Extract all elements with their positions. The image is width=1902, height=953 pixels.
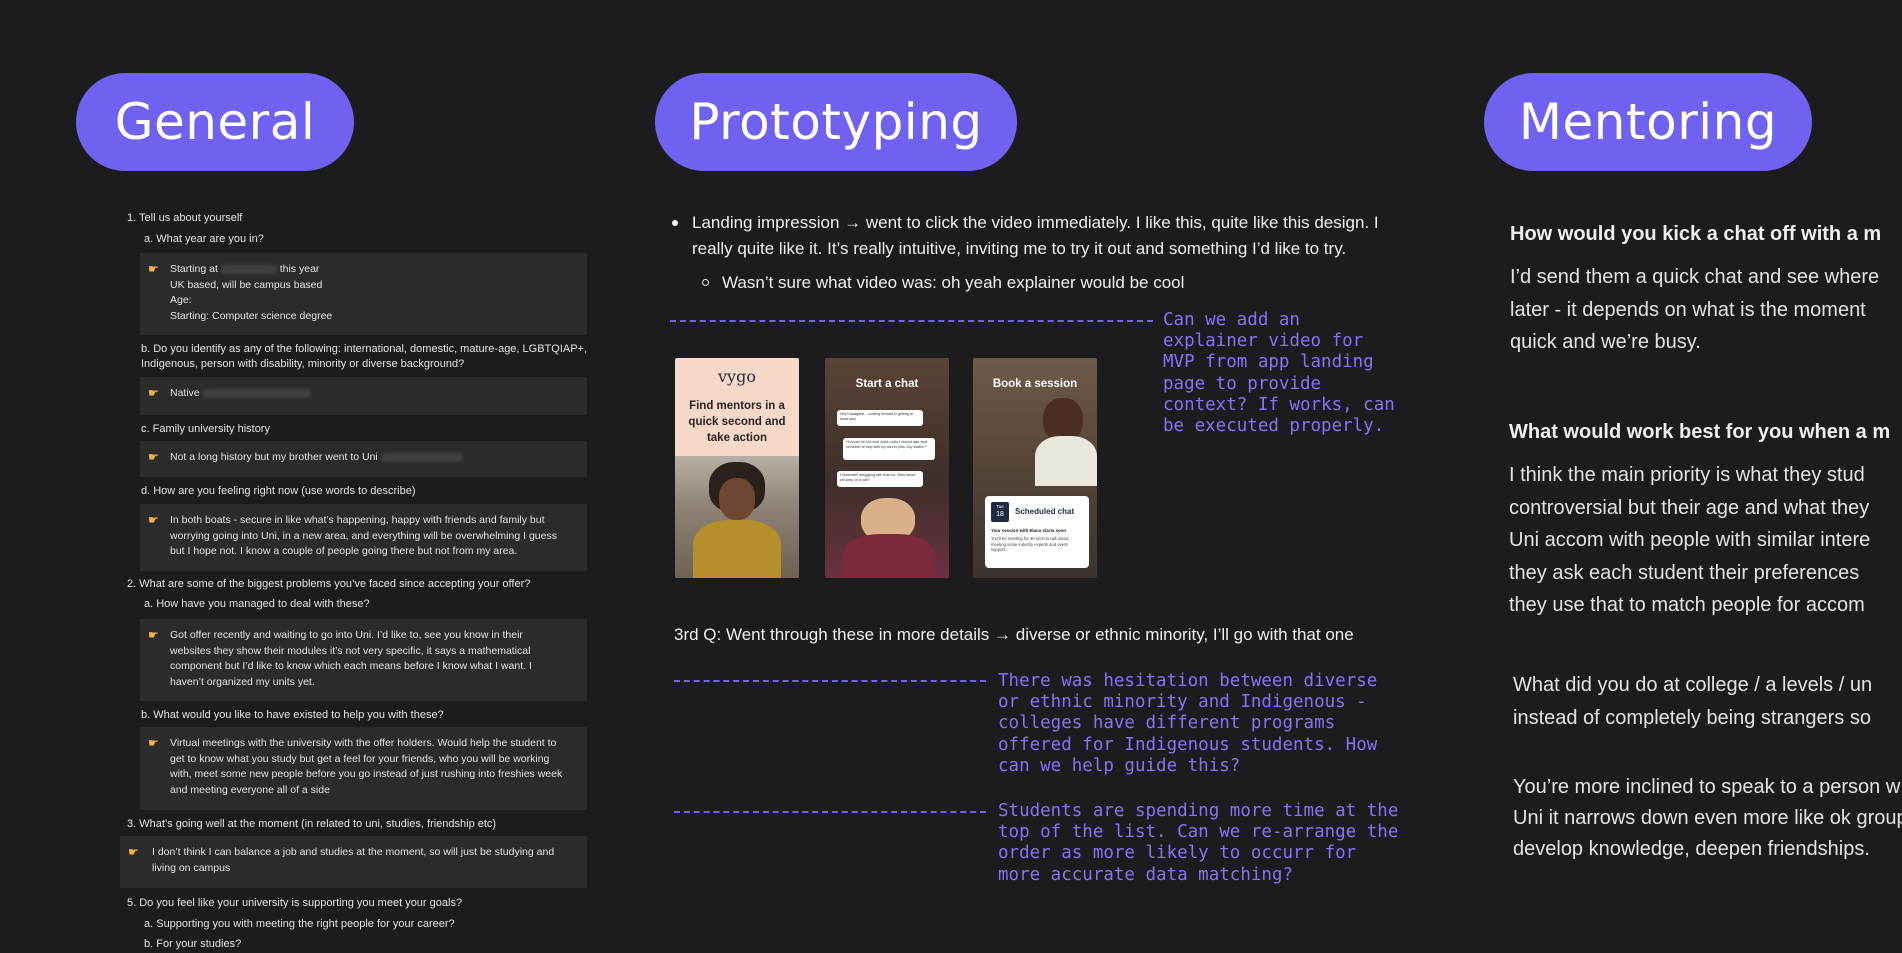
header-prototyping: Prototyping (655, 73, 1017, 171)
screen-title: Book a session (992, 378, 1078, 390)
question-1d: d. How are you feeling right now (use wo… (141, 485, 416, 497)
answer-text: component but I’d like to know which eac… (170, 660, 532, 672)
question-2a: a. How have you managed to deal with the… (144, 598, 370, 610)
pointing-hand-icon: ☛ (148, 736, 159, 750)
card-subtitle: Your session with Elana starts soon (991, 528, 1067, 533)
chat-bubble: I remember struggling with that too. Mor… (837, 471, 923, 487)
answer-text: this year (279, 263, 320, 275)
answer-text: living on campus (152, 861, 231, 874)
calendar-badge: Tue 18 (991, 502, 1009, 522)
answer-box-3: ☛ I don’t think I can balance a job and … (120, 836, 587, 888)
question-5b: b. For your studies? (144, 938, 242, 950)
answer-text: Starting: Computer science degree (170, 309, 333, 322)
prototype-screen-book-session: Book a session Tue 18 Scheduled chat You… (973, 358, 1097, 578)
answer-box-2a: ☛ Got offer recently and waiting to go i… (140, 619, 587, 701)
answer-text: with, meet some new people before you go… (170, 768, 563, 780)
general-interview-notes: 1. Tell us about yourself a. What year a… (0, 0, 600, 953)
mentoring-question-2: What would work best for you when a m (1509, 421, 1891, 443)
redacted-text (380, 452, 463, 462)
annotation-connector (670, 320, 1153, 322)
bullet-landing-impression-cont: really quite like it. It’s really intuit… (692, 239, 1347, 258)
mentoring-paragraph-4: You’re more inclined to speak to a perso… (1513, 776, 1902, 860)
annotation-hesitation: There was hesitation between diverse or … (998, 671, 1378, 776)
question-3: 3. What’s going well at the moment (in r… (127, 818, 497, 830)
question-2: 2. What are some of the biggest problems… (127, 578, 531, 590)
card-title: Scheduled chat (1015, 507, 1075, 516)
scheduled-chat-card: Tue 18 Scheduled chat Your session with … (985, 496, 1089, 568)
answer-text: worrying going into Uni, in a new area, … (170, 529, 557, 542)
annotation-connector (674, 680, 986, 682)
answer-text: Starting at (170, 263, 218, 275)
answer-text: Not a long history but my brother went t… (170, 451, 378, 463)
answer-box-1b: ☛ Native (140, 377, 587, 415)
card-body: You’ll be meeting for 30 mins to talk ab… (991, 536, 1069, 552)
question-1b-cont: Indigenous, person with disability, mino… (141, 358, 465, 370)
mentoring-answer-2: I think the main priority is what they s… (1509, 464, 1871, 616)
landing-photo (675, 456, 799, 578)
landing-headline: Find mentors in a quick second and take … (688, 400, 786, 444)
answer-text: UK based, will be campus based (170, 278, 323, 291)
vygo-logo: vygo (718, 367, 756, 386)
bullet-landing-impression: Landing impression → went to click the v… (692, 213, 1379, 232)
chat-bubble: Hey Kawagana · Looking forward to gettin… (837, 410, 923, 426)
bullet-dot (672, 220, 678, 226)
question-1: 1. Tell us about yourself (127, 212, 243, 224)
answer-text: but I hope not. I know a couple of peopl… (170, 545, 518, 557)
question-1c: c. Family university history (141, 423, 270, 435)
header-mentoring: Mentoring (1484, 73, 1812, 171)
third-question-note: 3rd Q: Went through these in more detail… (674, 625, 1354, 644)
answer-box-1d: ☛ In both boats - secure in like what’s … (140, 504, 587, 571)
annotation-explainer-video: Can we add an explainer video for MVP fr… (1163, 310, 1395, 437)
question-5: 5. Do you feel like your university is s… (127, 897, 463, 909)
answer-text: Native (170, 387, 200, 399)
pointing-hand-icon: ☛ (148, 450, 159, 464)
prototype-screen-start-chat: Start a chat Hey Kawagana · Looking forw… (825, 358, 949, 578)
answer-box-1a: ☛ Starting at this year UK based, will b… (140, 253, 587, 335)
annotation-rearrange-order: Students are spending more time at the t… (998, 801, 1399, 885)
question-2b: b. What would you like to have existed t… (141, 709, 444, 721)
question-1a: a. What year are you in? (144, 233, 264, 245)
sub-bullet-circle (702, 279, 709, 286)
pointing-hand-icon: ☛ (148, 262, 159, 276)
chat-bubble: Hi Anna! I’m not sure which units I shou… (843, 438, 935, 460)
answer-text: and meeting everyone all of a side (170, 783, 330, 796)
pointing-hand-icon: ☛ (148, 513, 159, 527)
mentoring-question-1: How would you kick a chat off with a m (1510, 223, 1882, 245)
mentoring-answer-1: I’d send them a quick chat and see where… (1510, 266, 1880, 353)
pointing-hand-icon: ☛ (148, 628, 159, 642)
prototype-screen-landing: vygo Find mentors in a quick second and … (675, 358, 799, 578)
question-1b: b. Do you identify as any of the followi… (141, 343, 588, 355)
answer-text: get to know what you study but get a fee… (170, 752, 550, 765)
mentoring-paragraph-3: What did you do at college / a levels / … (1513, 674, 1873, 729)
answer-text: websites they show their modules it’s no… (170, 644, 531, 657)
answer-text: Got offer recently and waiting to go int… (170, 629, 523, 641)
question-5a: a. Supporting you with meeting the right… (144, 918, 455, 930)
answer-text: haven’t organized my units yet. (170, 675, 315, 688)
annotation-connector (674, 811, 986, 813)
answer-text: I don’t think I can balance a job and st… (152, 846, 555, 858)
answer-text: Age: (170, 294, 192, 306)
redacted-text (202, 388, 311, 398)
pointing-hand-icon: ☛ (148, 386, 159, 400)
answer-text: Virtual meetings with the university wit… (170, 737, 557, 749)
answer-text: In both boats - secure in like what’s ha… (170, 514, 545, 526)
sub-bullet-video: Wasn’t sure what video was: oh yeah expl… (722, 273, 1185, 292)
answer-box-1c: ☛ Not a long history but my brother went… (140, 441, 587, 477)
pointing-hand-icon: ☛ (128, 845, 139, 859)
redacted-text (220, 264, 277, 274)
answer-box-2b: ☛ Virtual meetings with the university w… (140, 727, 587, 810)
screen-title: Start a chat (855, 378, 919, 390)
